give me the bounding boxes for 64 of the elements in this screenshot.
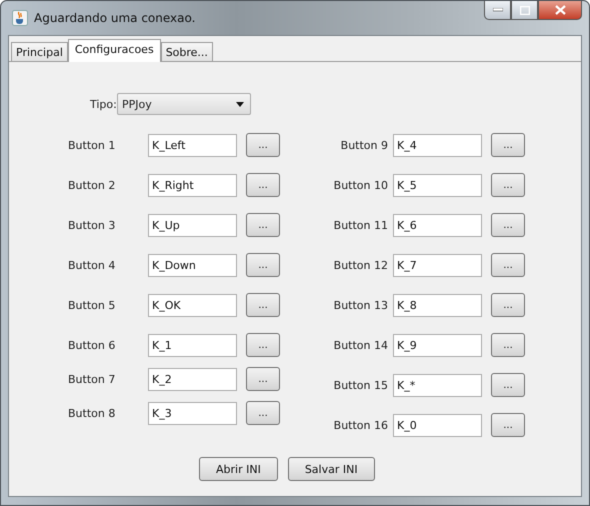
tab[interactable]: Configuracoes bbox=[68, 39, 161, 62]
button-label: Button 2 bbox=[68, 178, 116, 192]
browse-button[interactable]: ... bbox=[246, 133, 280, 157]
key-field[interactable]: K_6 bbox=[393, 214, 482, 236]
browse-button[interactable]: ... bbox=[246, 213, 280, 237]
button-label: Button 11 bbox=[332, 218, 389, 232]
browse-button[interactable]: ... bbox=[491, 373, 525, 397]
key-field[interactable]: K_OK bbox=[148, 294, 237, 316]
minimize-button[interactable] bbox=[484, 1, 511, 20]
minimize-icon bbox=[492, 8, 502, 12]
button-label: Button 12 bbox=[332, 258, 389, 272]
tab[interactable]: Sobre... bbox=[160, 42, 213, 61]
key-field[interactable]: K_Left bbox=[148, 134, 237, 156]
button-label: Button 15 bbox=[332, 378, 389, 392]
close-button[interactable] bbox=[538, 1, 582, 20]
browse-button[interactable]: ... bbox=[491, 213, 525, 237]
key-field[interactable]: K_8 bbox=[393, 294, 482, 316]
maximize-icon bbox=[520, 6, 530, 14]
action-button[interactable]: Salvar INI bbox=[288, 457, 375, 481]
browse-button[interactable]: ... bbox=[246, 293, 280, 317]
browse-button[interactable]: ... bbox=[246, 173, 280, 197]
button-label: Button 7 bbox=[68, 372, 116, 386]
button-label: Button 10 bbox=[332, 178, 389, 192]
key-field[interactable]: K_7 bbox=[393, 254, 482, 276]
button-label: Button 8 bbox=[68, 406, 116, 420]
key-field[interactable]: K_5 bbox=[393, 174, 482, 196]
type-dropdown[interactable]: PPJoy bbox=[117, 93, 251, 115]
browse-button[interactable]: ... bbox=[491, 333, 525, 357]
key-field[interactable]: K_2 bbox=[148, 368, 237, 390]
key-field[interactable]: K_1 bbox=[148, 334, 237, 356]
key-field[interactable]: K_Right bbox=[148, 174, 237, 196]
close-icon bbox=[554, 5, 566, 15]
caret-icon bbox=[236, 102, 244, 106]
button-label: Button 16 bbox=[332, 418, 389, 432]
key-field[interactable]: K_* bbox=[393, 374, 482, 396]
browse-button[interactable]: ... bbox=[246, 253, 280, 277]
cup-icon bbox=[12, 10, 28, 26]
maximize-button[interactable] bbox=[511, 1, 538, 20]
action-button[interactable]: Abrir INI bbox=[199, 457, 278, 481]
browse-button[interactable]: ... bbox=[491, 173, 525, 197]
key-field[interactable]: K_3 bbox=[148, 402, 237, 424]
key-field[interactable]: K_4 bbox=[393, 134, 482, 156]
tipo-label: Tipo: bbox=[89, 98, 117, 110]
tab[interactable]: Principal bbox=[11, 42, 68, 61]
button-label: Button 6 bbox=[68, 338, 116, 352]
button-label: Button 13 bbox=[332, 298, 389, 312]
key-field[interactable]: K_Up bbox=[148, 214, 237, 236]
browse-button[interactable]: ... bbox=[491, 253, 525, 277]
browse-button[interactable]: ... bbox=[491, 133, 525, 157]
window-title: Aguardando uma conexao. bbox=[34, 11, 196, 25]
browse-button[interactable]: ... bbox=[246, 401, 280, 425]
button-label: Button 4 bbox=[68, 258, 116, 272]
button-label: Button 5 bbox=[68, 298, 116, 312]
browse-button[interactable]: ... bbox=[246, 367, 280, 391]
key-field[interactable]: K_9 bbox=[393, 334, 482, 356]
button-label: Button 3 bbox=[68, 218, 116, 232]
key-field[interactable]: K_0 bbox=[393, 414, 482, 436]
browse-button[interactable]: ... bbox=[491, 293, 525, 317]
button-label: Button 9 bbox=[340, 138, 389, 152]
browse-button[interactable]: ... bbox=[246, 333, 280, 357]
button-label: Button 1 bbox=[68, 138, 116, 152]
key-field[interactable]: K_Down bbox=[148, 254, 237, 276]
button-label: Button 14 bbox=[332, 338, 389, 352]
browse-button[interactable]: ... bbox=[491, 413, 525, 437]
